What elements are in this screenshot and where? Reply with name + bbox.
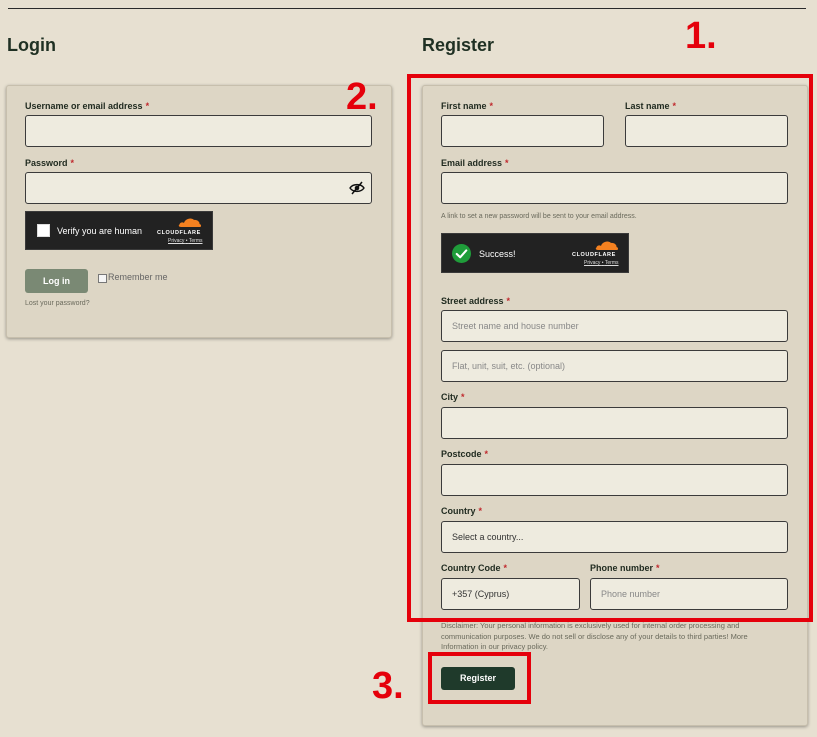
captcha-text: Verify you are human [57, 226, 143, 236]
cloudflare-separator: • [185, 238, 188, 244]
lost-password-link[interactable]: Lost your password? [25, 300, 90, 307]
username-label-text: Username or email address [25, 101, 143, 111]
cloudflare-privacy-link[interactable]: Privacy [168, 238, 184, 244]
annotation-box-form [407, 74, 813, 622]
eye-slash-icon[interactable] [349, 180, 365, 196]
cloudflare-links: Privacy • Terms [168, 238, 203, 244]
login-button[interactable]: Log in [25, 269, 88, 293]
annotation-number-3: 3. [372, 665, 404, 707]
required-mark: * [70, 158, 75, 168]
annotation-number-2: 2. [346, 76, 378, 118]
password-label-text: Password [25, 158, 68, 168]
annotation-box-register-button [428, 652, 531, 704]
cloudflare-cloud-icon [178, 218, 202, 227]
required-mark: * [145, 101, 150, 111]
disclaimer-text: Disclaimer: Your personal information is… [441, 621, 748, 651]
cloudflare-terms-link[interactable]: Terms [189, 238, 203, 244]
remember-me-label[interactable]: Remember me [108, 272, 168, 282]
register-heading: Register [422, 35, 495, 55]
annotation-number-1: 1. [685, 15, 717, 57]
top-divider [8, 8, 806, 9]
captcha-checkbox[interactable] [37, 224, 50, 237]
login-heading: Login [7, 35, 56, 55]
password-input[interactable] [25, 172, 372, 204]
remember-me-checkbox[interactable] [98, 274, 107, 283]
captcha-widget-login: Verify you are human CLOUDFLARE Privacy … [25, 211, 213, 250]
username-label: Username or email address * [25, 101, 149, 111]
password-label: Password * [25, 158, 74, 168]
username-input[interactable] [25, 115, 372, 147]
cloudflare-brand: CLOUDFLARE [157, 230, 201, 236]
